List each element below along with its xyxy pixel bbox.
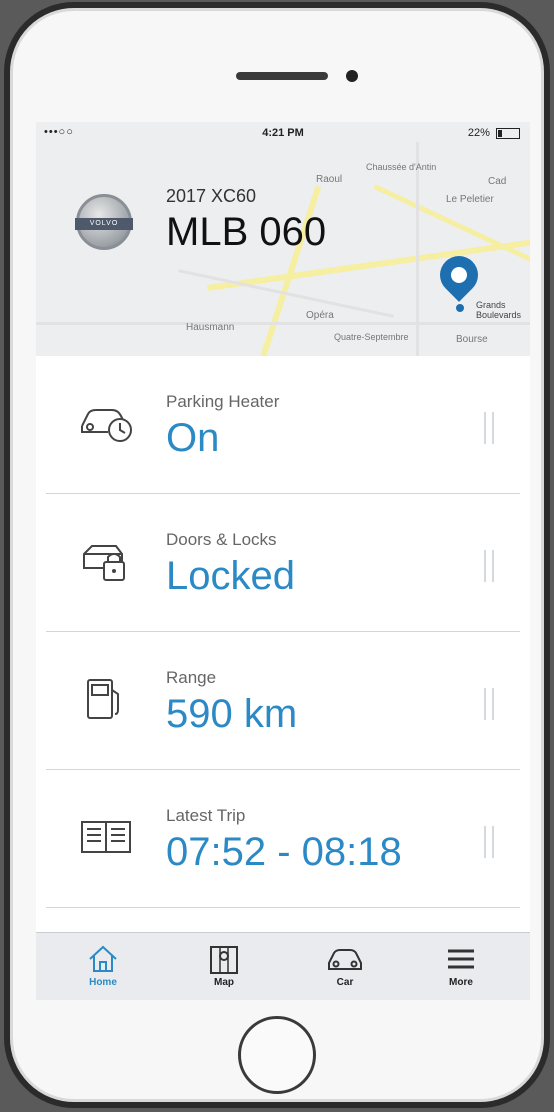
tab-label: More xyxy=(449,977,473,988)
location-dot xyxy=(456,304,464,312)
list-item-range[interactable]: Range 590 km xyxy=(46,632,520,770)
map-icon xyxy=(210,946,238,974)
item-label: Parking Heater xyxy=(166,392,280,411)
map-label: Cad xyxy=(488,176,507,187)
item-label: Range xyxy=(166,668,217,687)
logo-text: VOLVO xyxy=(75,218,133,230)
item-value: 590 km xyxy=(166,692,298,736)
tab-home[interactable]: Home xyxy=(58,939,148,997)
map-label: Bourse xyxy=(456,334,488,345)
list-item-parking-heater[interactable]: Parking Heater On xyxy=(46,356,520,494)
app-screen: Raoul Le Peletier Cad Hausmann Opéra Qua… xyxy=(36,122,530,1000)
vehicle-plate: MLB 060 xyxy=(166,210,327,254)
item-label: Doors & Locks xyxy=(166,530,277,549)
tab-bar: Home Map Car More xyxy=(36,932,530,1000)
battery-icon xyxy=(496,127,520,139)
logbook-icon xyxy=(81,821,131,853)
list-item-latest-trip[interactable]: Latest Trip 07:52 - 08:18 xyxy=(46,770,520,908)
drag-handle[interactable] xyxy=(484,550,494,582)
home-button[interactable] xyxy=(238,1016,316,1094)
drag-handle[interactable] xyxy=(484,826,494,858)
item-value: Locked xyxy=(166,554,295,598)
tab-label: Home xyxy=(89,977,117,988)
map-street xyxy=(36,322,530,325)
front-camera xyxy=(346,70,358,82)
map-label: Grands Boulevards xyxy=(476,300,522,320)
tab-label: Map xyxy=(214,977,234,988)
battery-percent: 22% xyxy=(467,127,490,139)
home-icon xyxy=(89,945,117,972)
list-item-doors-locks[interactable]: Doors & Locks Locked xyxy=(46,494,520,632)
status-bar: •••○○ 4:21 PM 22% xyxy=(36,122,530,144)
map-label: Opéra xyxy=(306,310,334,321)
vehicle-header[interactable]: Raoul Le Peletier Cad Hausmann Opéra Qua… xyxy=(36,122,530,356)
map-label: Raoul xyxy=(316,174,343,185)
map-label: Hausmann xyxy=(186,322,235,333)
volvo-logo: VOLVO xyxy=(75,194,133,250)
drag-handle[interactable] xyxy=(484,412,494,444)
map-label: Le Peletier xyxy=(446,194,494,205)
map-label: Chaussée d'Antin xyxy=(366,162,437,172)
tab-car[interactable]: Car xyxy=(300,939,390,997)
status-time: 4:21 PM xyxy=(262,127,304,139)
tab-map[interactable]: Map xyxy=(179,939,269,997)
vehicle-model: 2017 XC60 xyxy=(166,186,257,206)
item-label: Latest Trip xyxy=(166,806,246,825)
map-street xyxy=(416,142,419,356)
map-label: Quatre-Septembre xyxy=(334,332,409,342)
tab-label: Car xyxy=(336,977,354,988)
car-clock-icon xyxy=(81,409,132,442)
item-value: 07:52 - 08:18 xyxy=(166,830,402,874)
car-icon xyxy=(328,949,362,970)
drag-handle[interactable] xyxy=(484,688,494,720)
tab-more[interactable]: More xyxy=(416,939,506,997)
menu-icon xyxy=(448,949,474,969)
fuel-pump-icon xyxy=(87,679,119,719)
car-lock-icon xyxy=(83,545,125,581)
battery-status: 22% xyxy=(468,127,520,139)
item-value: On xyxy=(166,416,220,460)
speaker-grille xyxy=(236,72,328,80)
